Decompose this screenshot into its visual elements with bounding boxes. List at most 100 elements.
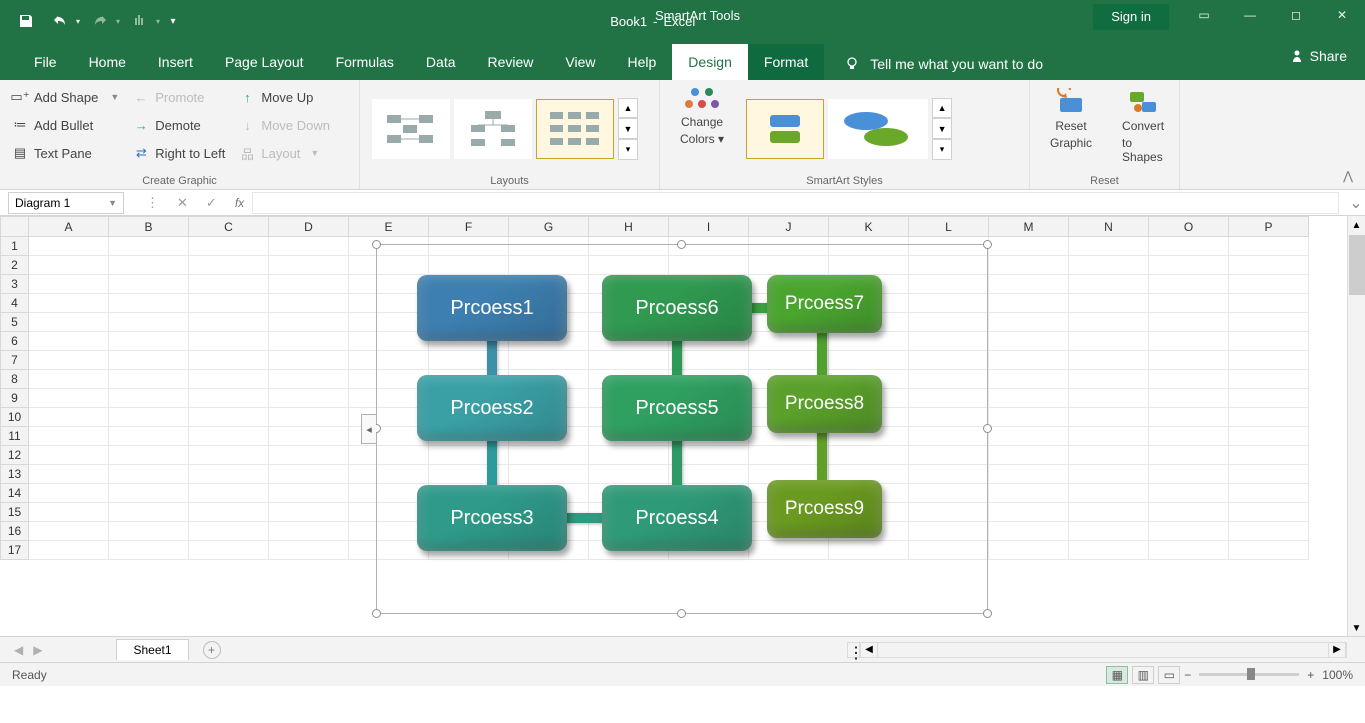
right-to-left-button[interactable]: ⇄Right to Left [133, 142, 225, 164]
cell[interactable] [109, 503, 189, 522]
row-header[interactable]: 10 [1, 408, 29, 427]
cell[interactable] [29, 332, 109, 351]
formula-bar-expand-icon[interactable]: ⌄ [1347, 193, 1365, 213]
cell[interactable] [1229, 522, 1309, 541]
cell[interactable] [29, 408, 109, 427]
cell[interactable] [189, 351, 269, 370]
resize-handle[interactable] [983, 424, 992, 433]
row-header[interactable]: 8 [1, 370, 29, 389]
tab-formulas[interactable]: Formulas [320, 44, 410, 80]
cell[interactable] [189, 522, 269, 541]
cell[interactable] [1149, 275, 1229, 294]
row-header[interactable]: 3 [1, 275, 29, 294]
cell[interactable] [189, 541, 269, 560]
zoom-control[interactable]: − + 100% [1184, 668, 1353, 682]
smartart-node[interactable]: Prcoess7 [767, 275, 882, 333]
text-pane-toggle[interactable]: ◂ [361, 414, 376, 444]
formula-input[interactable] [252, 192, 1339, 214]
resize-handle[interactable] [983, 609, 992, 618]
name-box[interactable]: Diagram 1▼ [8, 192, 124, 214]
move-down-button[interactable]: ↓Move Down [239, 114, 330, 136]
tell-me-search[interactable]: Tell me what you want to do [824, 56, 1043, 72]
sheet-prev-icon[interactable]: ◀ [10, 643, 27, 657]
tab-format[interactable]: Format [748, 44, 824, 80]
cell[interactable] [109, 427, 189, 446]
cell[interactable] [189, 313, 269, 332]
cell[interactable] [269, 256, 349, 275]
redo-icon[interactable] [86, 7, 114, 35]
reset-graphic-button[interactable]: Reset Graphic [1042, 86, 1100, 171]
cell[interactable] [29, 294, 109, 313]
minimize-icon[interactable]: — [1227, 0, 1273, 30]
cell[interactable] [989, 427, 1069, 446]
cell[interactable] [989, 389, 1069, 408]
cell[interactable] [189, 446, 269, 465]
add-bullet-button[interactable]: ≔Add Bullet [12, 114, 119, 136]
cell[interactable] [1069, 332, 1149, 351]
scroll-split[interactable]: ⋮ [848, 643, 860, 657]
cell[interactable] [1229, 427, 1309, 446]
sign-in-button[interactable]: Sign in [1093, 4, 1169, 30]
cell[interactable] [109, 313, 189, 332]
gallery-down-icon[interactable]: ▼ [618, 118, 638, 139]
maximize-icon[interactable]: ◻ [1273, 0, 1319, 30]
row-header[interactable]: 5 [1, 313, 29, 332]
cell[interactable] [1149, 294, 1229, 313]
cell[interactable] [1149, 541, 1229, 560]
cell[interactable] [989, 237, 1069, 256]
cell[interactable] [1149, 237, 1229, 256]
scroll-left-icon[interactable]: ◀ [860, 643, 878, 657]
enter-icon[interactable]: ✓ [206, 195, 217, 211]
row-header[interactable]: 12 [1, 446, 29, 465]
cell[interactable] [1069, 256, 1149, 275]
cell[interactable] [29, 237, 109, 256]
sheet-next-icon[interactable]: ▶ [29, 643, 46, 657]
fx-expand-icon[interactable]: ⋮ [146, 195, 159, 211]
cell[interactable] [189, 370, 269, 389]
cell[interactable] [189, 237, 269, 256]
cell[interactable] [1229, 484, 1309, 503]
row-header[interactable]: 17 [1, 541, 29, 560]
tab-help[interactable]: Help [612, 44, 673, 80]
row-header[interactable]: 2 [1, 256, 29, 275]
zoom-level[interactable]: 100% [1322, 668, 1353, 682]
cell[interactable] [29, 351, 109, 370]
column-header[interactable]: D [269, 217, 349, 237]
smartart-diagram[interactable]: ◂ Prcoess1Prcoess2Prcoess3Prcoess4Prcoes… [376, 244, 988, 614]
cell[interactable] [1229, 541, 1309, 560]
page-layout-view-icon[interactable]: ▥ [1132, 666, 1154, 684]
cell[interactable] [1149, 484, 1229, 503]
cell[interactable] [1149, 332, 1229, 351]
row-header[interactable]: 14 [1, 484, 29, 503]
column-header[interactable]: M [989, 217, 1069, 237]
cell[interactable] [189, 465, 269, 484]
cell[interactable] [189, 408, 269, 427]
column-header[interactable]: H [589, 217, 669, 237]
cell[interactable] [1149, 313, 1229, 332]
column-header[interactable]: O [1149, 217, 1229, 237]
cell[interactable] [989, 522, 1069, 541]
sheet-nav[interactable]: ◀▶ [0, 643, 56, 657]
cell[interactable] [109, 522, 189, 541]
cell[interactable] [1229, 237, 1309, 256]
cell[interactable] [109, 370, 189, 389]
cell[interactable] [269, 522, 349, 541]
cell[interactable] [1069, 313, 1149, 332]
cell[interactable] [1229, 351, 1309, 370]
cell[interactable] [109, 275, 189, 294]
row-header[interactable]: 11 [1, 427, 29, 446]
tab-data[interactable]: Data [410, 44, 472, 80]
horizontal-scrollbar[interactable]: ⋮ ◀ ▶ [847, 642, 1347, 658]
cell[interactable] [269, 275, 349, 294]
cell[interactable] [189, 389, 269, 408]
cell[interactable] [109, 408, 189, 427]
cell[interactable] [189, 484, 269, 503]
row-header[interactable]: 6 [1, 332, 29, 351]
cell[interactable] [29, 503, 109, 522]
column-header[interactable]: B [109, 217, 189, 237]
cell[interactable] [1229, 332, 1309, 351]
sheet-tab-1[interactable]: Sheet1 [116, 639, 188, 660]
cell[interactable] [1229, 503, 1309, 522]
cell[interactable] [269, 408, 349, 427]
cell[interactable] [1069, 503, 1149, 522]
